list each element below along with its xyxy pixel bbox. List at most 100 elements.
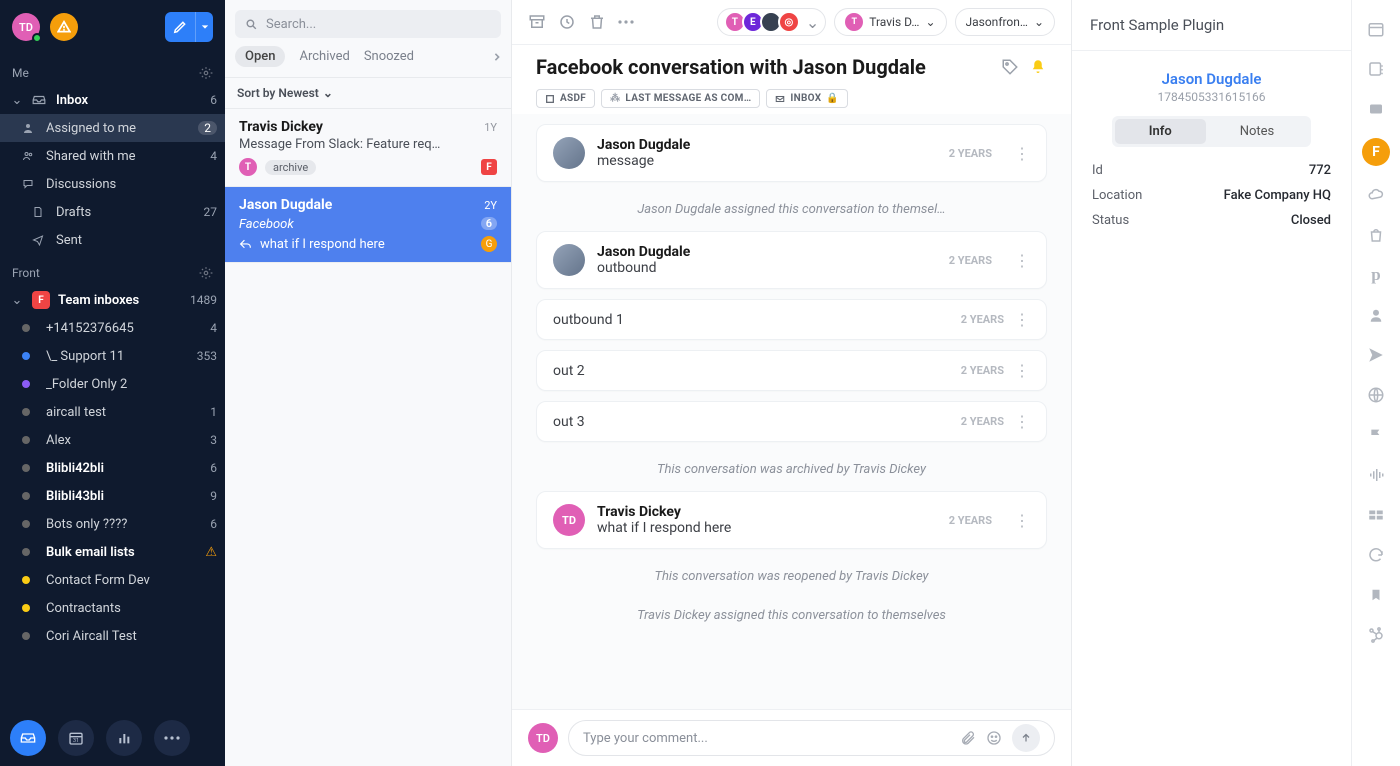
gear-icon[interactable] (199, 266, 213, 280)
message-card[interactable]: Jason Dugdaleoutbound2 YEARS⋮ (536, 231, 1047, 289)
tag-chip[interactable]: ⁂LAST MESSAGE AS COM… (601, 89, 760, 108)
tabs-more-icon[interactable] (493, 52, 501, 62)
team-inbox-label: Cori Aircall Test (46, 629, 217, 644)
message-time: 2 YEARS (961, 313, 1004, 326)
field-value: Fake Company HQ (1179, 184, 1349, 207)
bag-icon[interactable] (1365, 224, 1387, 246)
team-inbox-item[interactable]: Contractants (0, 594, 225, 622)
archive-tag[interactable]: archive (265, 160, 316, 175)
chevron-down-icon: ⌄ (323, 86, 333, 100)
tag-icon[interactable] (1001, 58, 1019, 76)
flag-icon[interactable] (1365, 424, 1387, 446)
nav-sent[interactable]: Sent (0, 226, 225, 254)
trash-icon[interactable] (588, 13, 606, 31)
author-avatar: TD (553, 504, 585, 536)
message-card[interactable]: out 32 YEARS⋮ (536, 401, 1047, 442)
tab-notes[interactable]: Notes (1206, 119, 1309, 144)
bookmark-icon[interactable] (1365, 584, 1387, 606)
team-inbox-item[interactable]: Alex3 (0, 426, 225, 454)
warning-icon[interactable] (50, 13, 78, 41)
send-button[interactable] (1012, 724, 1040, 752)
send-icon[interactable] (1365, 344, 1387, 366)
snooze-icon[interactable] (558, 13, 576, 31)
conversation-item[interactable]: Travis Dickey1Y Message From Slack: Feat… (225, 109, 511, 187)
grid-icon[interactable] (1365, 504, 1387, 526)
tab-snoozed[interactable]: Snoozed (364, 49, 414, 64)
nav-discussions[interactable]: Discussions (0, 170, 225, 198)
current-user-avatar[interactable]: TD (12, 13, 40, 41)
team-inbox-item[interactable]: _Folder Only 2 (0, 370, 225, 398)
more-icon[interactable] (618, 20, 634, 24)
author-avatar (553, 137, 585, 169)
author-avatar (553, 244, 585, 276)
participants-dropdown[interactable]: T E ◎ ⌄ (717, 8, 826, 36)
profile-icon[interactable] (1365, 304, 1387, 326)
sent-icon (32, 234, 48, 246)
message-menu-icon[interactable]: ⋮ (1014, 251, 1030, 270)
left-nav: TD Me ⌄ Inbox 6 Assigned to me 2 Shared … (0, 0, 225, 766)
nav-inbox[interactable]: ⌄ Inbox 6 (0, 86, 225, 114)
assignee-dropdown[interactable]: T Travis D… ⌄ (834, 8, 946, 36)
message-menu-icon[interactable]: ⋮ (1014, 310, 1030, 329)
nav-assigned-to-me[interactable]: Assigned to me 2 (0, 114, 225, 142)
search-input[interactable]: Search... (235, 10, 501, 38)
sort-dropdown[interactable]: Sort by Newest ⌄ (225, 77, 511, 109)
team-inbox-item[interactable]: Blibli43bli9 (0, 482, 225, 510)
audio-icon[interactable] (1365, 464, 1387, 486)
p-icon[interactable]: p (1365, 264, 1387, 286)
compose-button[interactable] (165, 12, 213, 42)
team-inbox-item[interactable]: Cori Aircall Test (0, 622, 225, 650)
message-menu-icon[interactable]: ⋮ (1014, 361, 1030, 380)
field-value: 772 (1179, 159, 1349, 182)
hubspot-icon[interactable] (1365, 624, 1387, 646)
conversation-item-selected[interactable]: Jason Dugdale2Y Facebook6 what if I resp… (225, 187, 511, 263)
cloud-icon[interactable] (1365, 184, 1387, 206)
compose-dropdown[interactable] (195, 12, 213, 42)
calendar-icon[interactable] (1365, 18, 1387, 40)
globe-icon[interactable] (1365, 384, 1387, 406)
contact-name-link[interactable]: Jason Dugdale (1162, 70, 1262, 88)
refresh-icon[interactable] (1365, 544, 1387, 566)
team-inbox-label: \_ Support 11 (46, 349, 189, 364)
composer-avatar: TD (528, 723, 558, 753)
comment-input[interactable]: Type your comment... (568, 720, 1055, 756)
message-card[interactable]: outbound 12 YEARS⋮ (536, 299, 1047, 340)
message-card[interactable]: out 22 YEARS⋮ (536, 350, 1047, 391)
team-inbox-item[interactable]: Bulk email lists⚠ (0, 538, 225, 566)
emoji-icon[interactable] (986, 730, 1002, 746)
nav-drafts[interactable]: Drafts 27 (0, 198, 225, 226)
card-icon[interactable] (1365, 98, 1387, 120)
bottom-inbox-button[interactable] (10, 720, 46, 756)
message-card[interactable]: Jason Dugdalemessage2 YEARS⋮ (536, 124, 1047, 182)
status-dot-icon (22, 632, 30, 640)
nav-team-inboxes[interactable]: ⌄ F Team inboxes 1489 (0, 286, 225, 314)
team-inbox-item[interactable]: \_ Support 11353 (0, 342, 225, 370)
gear-icon[interactable] (199, 66, 213, 80)
message-menu-icon[interactable]: ⋮ (1014, 511, 1030, 530)
plugin-badge-icon[interactable]: F (1362, 138, 1390, 166)
team-inbox-item[interactable]: +141523766454 (0, 314, 225, 342)
message-menu-icon[interactable]: ⋮ (1014, 144, 1030, 163)
tag-chip[interactable]: INBOX🔒 (766, 89, 848, 108)
bell-icon[interactable] (1029, 58, 1047, 76)
tag-chip[interactable]: ASDF (536, 89, 595, 108)
attachment-icon[interactable] (960, 730, 976, 746)
contacts-icon[interactable] (1365, 58, 1387, 80)
message-card[interactable]: TDTravis Dickeywhat if I respond here2 Y… (536, 491, 1047, 549)
event-line: Travis Dickey assigned this conversation… (536, 598, 1047, 637)
tab-info[interactable]: Info (1115, 119, 1206, 144)
team-inbox-item[interactable]: Blibli42bli6 (0, 454, 225, 482)
bottom-calendar-button[interactable]: 31 (58, 720, 94, 756)
team-inbox-item[interactable]: Bots only ????6 (0, 510, 225, 538)
nav-shared-with-me[interactable]: Shared with me 4 (0, 142, 225, 170)
team-inbox-item[interactable]: aircall test1 (0, 398, 225, 426)
bottom-analytics-button[interactable] (106, 720, 142, 756)
link-dropdown[interactable]: Jasonfron… ⌄ (955, 8, 1056, 36)
team-inbox-item[interactable]: Contact Form Dev (0, 566, 225, 594)
bottom-more-button[interactable] (154, 720, 190, 756)
tab-archived[interactable]: Archived (299, 49, 349, 64)
message-menu-icon[interactable]: ⋮ (1014, 412, 1030, 431)
archive-icon[interactable] (528, 13, 546, 31)
tab-open[interactable]: Open (235, 46, 285, 67)
chevron-down-icon: ⌄ (10, 293, 24, 308)
